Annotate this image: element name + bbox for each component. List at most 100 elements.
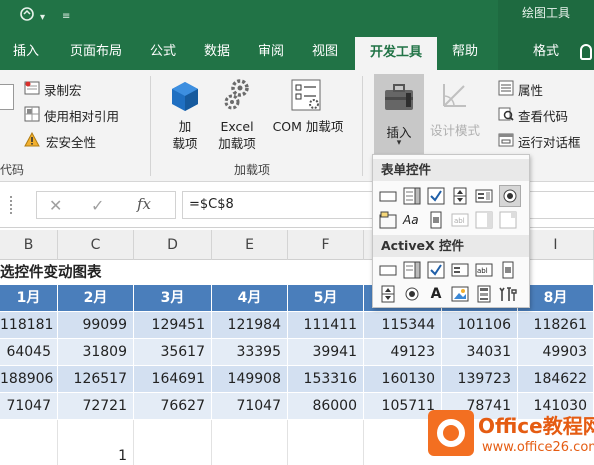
design-mode-icon	[440, 80, 470, 110]
activex-scrollbar-icon[interactable]	[499, 261, 517, 279]
table-cell[interactable]: 139723	[442, 366, 518, 393]
properties-button[interactable]: 属性	[518, 80, 543, 99]
empty-cell[interactable]	[0, 443, 58, 465]
cancel-entry-icon[interactable]: ✕	[49, 196, 62, 215]
confirm-entry-icon[interactable]: ✓	[91, 196, 104, 215]
form-button-icon[interactable]	[379, 187, 397, 205]
table-cell[interactable]: 33395	[212, 339, 288, 366]
empty-cell[interactable]	[134, 443, 212, 465]
table-cell[interactable]: 34031	[442, 339, 518, 366]
record-macro-button[interactable]: 录制宏	[44, 80, 82, 99]
form-option-button-icon[interactable]	[499, 185, 521, 207]
month-header[interactable]: 2月	[58, 285, 134, 312]
group-separator	[362, 76, 363, 176]
tab-insert[interactable]: 插入	[4, 34, 48, 70]
table-cell[interactable]: 111411	[288, 312, 364, 339]
form-textfield-icon[interactable]: abl	[451, 211, 469, 229]
tab-review[interactable]: 审阅	[248, 34, 294, 70]
column-header-c[interactable]: C	[58, 230, 134, 260]
month-header[interactable]: 5月	[288, 285, 364, 312]
activex-option-button-icon[interactable]	[403, 285, 421, 303]
form-listbox-icon[interactable]	[475, 187, 493, 205]
tab-formulas[interactable]: 公式	[140, 34, 186, 70]
form-combo-list-icon[interactable]	[475, 211, 493, 229]
group-separator	[150, 76, 151, 176]
view-code-button[interactable]: 查看代码	[518, 106, 568, 125]
month-header[interactable]: 3月	[134, 285, 212, 312]
table-cell[interactable]: 71047	[212, 393, 288, 420]
table-cell[interactable]: 99099	[58, 312, 134, 339]
selector-linked-cell[interactable]: 1	[58, 443, 134, 465]
table-cell[interactable]: 160130	[364, 366, 442, 393]
table-cell[interactable]: 39941	[288, 339, 364, 366]
activex-image-icon[interactable]	[451, 285, 469, 303]
insert-control-button[interactable]: 插入 ▾	[374, 74, 424, 154]
qa-dropdown-icon[interactable]: ▾	[40, 9, 45, 27]
table-cell[interactable]: 31809	[58, 339, 134, 366]
table-cell[interactable]: 184622	[518, 366, 594, 393]
addins-button[interactable]: 加 载项	[168, 118, 202, 152]
visual-basic-icon[interactable]	[0, 84, 14, 110]
month-header[interactable]: 4月	[212, 285, 288, 312]
table-cell[interactable]: 115344	[364, 312, 442, 339]
form-spinner-icon[interactable]	[451, 187, 469, 205]
table-cell[interactable]: 101106	[442, 312, 518, 339]
tell-me-bulb-icon[interactable]	[580, 44, 592, 60]
activex-combobox-icon[interactable]	[403, 261, 421, 279]
table-cell[interactable]: 121984	[212, 312, 288, 339]
tab-help[interactable]: 帮助	[440, 34, 490, 70]
excel-addins-button[interactable]: Excel 加载项	[212, 118, 262, 152]
relative-reference-button[interactable]: 使用相对引用	[44, 106, 119, 125]
table-cell[interactable]: 49123	[364, 339, 442, 366]
activex-spinner-icon[interactable]	[379, 285, 397, 303]
column-header-d[interactable]: D	[134, 230, 212, 260]
activex-checkbox-icon[interactable]	[427, 261, 445, 279]
tab-developer[interactable]: 开发工具	[355, 37, 437, 70]
table-cell[interactable]: 49903	[518, 339, 594, 366]
table-cell[interactable]: 71047	[0, 393, 58, 420]
column-header-f[interactable]: F	[288, 230, 364, 260]
activex-label-icon[interactable]: A	[427, 285, 445, 303]
activex-button-icon[interactable]	[379, 261, 397, 279]
com-addins-button[interactable]: COM 加载项	[266, 118, 350, 135]
tab-view[interactable]: 视图	[302, 34, 348, 70]
table-cell[interactable]: 35617	[134, 339, 212, 366]
table-cell[interactable]: 118181	[0, 312, 58, 339]
macro-security-button[interactable]: 宏安全性	[46, 132, 96, 151]
table-cell[interactable]: 64045	[0, 339, 58, 366]
column-header-e[interactable]: E	[212, 230, 288, 260]
empty-cell[interactable]	[212, 443, 288, 465]
activex-listbox-icon[interactable]	[451, 261, 469, 279]
column-header-b[interactable]: B	[0, 230, 58, 260]
formula-bar-grip[interactable]	[10, 196, 13, 214]
month-header[interactable]: 1月	[0, 285, 58, 312]
qa-customize-icon[interactable]: ≡	[62, 8, 70, 26]
table-cell[interactable]: 86000	[288, 393, 364, 420]
run-dialog-button[interactable]: 运行对话框	[518, 132, 581, 151]
table-cell[interactable]: 72721	[58, 393, 134, 420]
table-cell[interactable]: 118261	[518, 312, 594, 339]
table-cell[interactable]: 149908	[212, 366, 288, 393]
activex-toggle-button-icon[interactable]	[475, 285, 493, 303]
activex-textbox-icon[interactable]: abl	[475, 261, 493, 279]
table-cell[interactable]: 153316	[288, 366, 364, 393]
table-cell[interactable]: 76627	[134, 393, 212, 420]
empty-cell[interactable]	[288, 443, 364, 465]
form-checkbox-icon[interactable]	[427, 187, 445, 205]
table-cell[interactable]: 126517	[58, 366, 134, 393]
table-cell[interactable]: 129451	[134, 312, 212, 339]
touch-mode-icon[interactable]	[18, 5, 36, 28]
form-groupbox-icon[interactable]	[379, 211, 397, 229]
activex-more-controls-icon[interactable]	[499, 285, 517, 303]
view-code-icon	[498, 106, 514, 122]
tab-page-layout[interactable]: 页面布局	[58, 34, 134, 70]
form-scrollbar-icon[interactable]	[427, 211, 445, 229]
table-cell[interactable]: 164691	[134, 366, 212, 393]
tab-data[interactable]: 数据	[194, 34, 240, 70]
table-cell[interactable]: 188906	[0, 366, 58, 393]
form-combobox-icon[interactable]	[403, 187, 421, 205]
design-mode-button[interactable]: 设计模式	[430, 120, 480, 139]
form-combo-dropdown-icon[interactable]	[499, 211, 517, 229]
insert-function-icon[interactable]: fx	[137, 195, 151, 213]
form-label-icon[interactable]: Aa	[403, 211, 421, 229]
